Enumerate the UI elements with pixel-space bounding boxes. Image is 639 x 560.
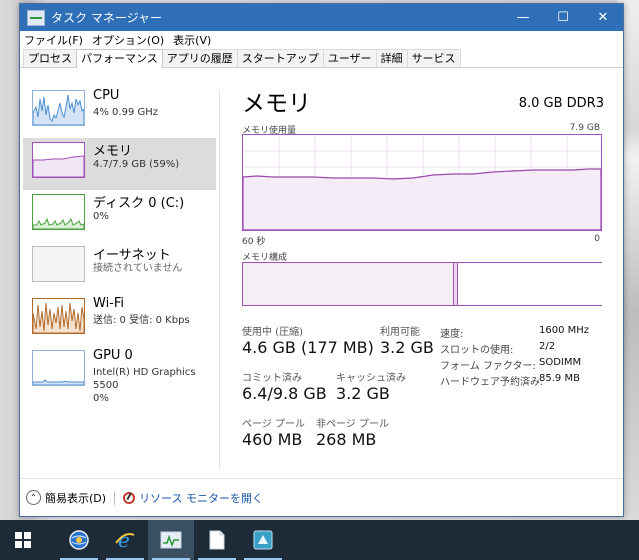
fewer-details-button[interactable]: 簡易表示(D) [45, 490, 106, 506]
tab-bar: プロセス パフォーマンス アプリの履歴 スタートアップ ユーザー 詳細 サービス [20, 48, 623, 68]
title-bar[interactable]: タスク マネージャー — ☐ ✕ [20, 4, 623, 31]
sidebar-item-label: イーサネット [93, 248, 171, 263]
taskbar: e [0, 520, 639, 560]
memory-composition-bar [242, 262, 602, 306]
close-button[interactable]: ✕ [583, 4, 623, 31]
sidebar-item-label: GPU 0 [93, 348, 133, 363]
tab-app-history[interactable]: アプリの履歴 [161, 49, 238, 67]
paged-pool-value: 460 MB [242, 430, 303, 449]
taskbar-document[interactable] [194, 520, 240, 560]
paged-pool-label: ページ プール [242, 419, 305, 430]
sidebar-item-memory[interactable]: メモリ 4.7/7.9 GB (59%) [23, 138, 216, 190]
sidebar-item-detail: 接続されていません [93, 263, 183, 274]
memory-usage-graph [242, 134, 602, 231]
page-title: メモリ [242, 91, 311, 117]
available-label: 利用可能 [380, 327, 420, 338]
task-manager-icon [27, 9, 45, 26]
chevron-up-icon[interactable]: ⌃ [26, 490, 41, 505]
tab-performance[interactable]: パフォーマンス [76, 49, 163, 68]
open-resource-monitor-link[interactable]: リソース モニターを開く [139, 490, 263, 506]
cached-value: 3.2 GB [336, 384, 390, 403]
taskbar-task-manager[interactable] [148, 520, 194, 560]
task-manager-icon [160, 531, 182, 549]
composition-in-use[interactable] [243, 263, 454, 305]
nonpaged-pool-label: 非ページ プール [316, 419, 389, 430]
tab-processes[interactable]: プロセス [23, 49, 77, 67]
in-use-label: 使用中 (圧縮) [242, 327, 303, 338]
sidebar-item-detail: 4.7/7.9 GB (59%) [93, 159, 180, 170]
footer-bar: ⌃ 簡易表示(D) リソース モニターを開く [20, 478, 623, 516]
window-title: タスク マネージャー [51, 11, 162, 25]
sidebar-item-detail: 4% 0.99 GHz [93, 107, 159, 118]
sidebar-item-ethernet[interactable]: イーサネット 接続されていません [23, 242, 216, 294]
browser-globe-icon [69, 530, 89, 550]
sidebar-item-gpu[interactable]: GPU 0 Intel(R) HD Graphics 5500 0% [23, 346, 216, 404]
sidebar-item-label: CPU [93, 88, 120, 103]
form-factor-label: フォーム ファクター: [440, 361, 536, 372]
tab-services[interactable]: サービス [406, 49, 461, 67]
task-manager-window: タスク マネージャー — ☐ ✕ ファイル(F) オプション(O) 表示(V) … [19, 3, 624, 517]
resource-list: CPU 4% 0.99 GHz メモリ 4.7/7.9 GB (59%) ディス… [23, 86, 216, 404]
speed-value: 1600 MHz [539, 325, 590, 336]
taskbar-browser[interactable] [56, 520, 102, 560]
memory-thumbnail-graph [32, 142, 85, 178]
sidebar-item-detail: Intel(R) HD Graphics 5500 0% [93, 367, 196, 404]
sidebar-item-detail: 0% [93, 211, 109, 222]
usage-graph-max: 7.9 GB [569, 123, 600, 133]
tab-users[interactable]: ユーザー [322, 49, 377, 67]
footer-separator [114, 490, 116, 505]
sidebar-item-detail: 送信: 0 受信: 0 Kbps [93, 315, 190, 326]
menu-options[interactable]: オプション(O) [92, 32, 164, 48]
nonpaged-pool-value: 268 MB [316, 430, 377, 449]
sidebar-item-wifi[interactable]: Wi-Fi 送信: 0 受信: 0 Kbps [23, 294, 216, 346]
sidebar-item-disk[interactable]: ディスク 0 (C:) 0% [23, 190, 216, 242]
wifi-thumbnail-graph [32, 298, 85, 334]
tab-startup[interactable]: スタートアップ [236, 49, 324, 67]
hardware-reserved-label: ハードウェア予約済み: [440, 377, 544, 388]
menu-file[interactable]: ファイル(F) [24, 32, 83, 48]
resource-monitor-icon[interactable] [123, 491, 136, 504]
tab-details[interactable]: 詳細 [375, 49, 408, 67]
document-icon [209, 530, 225, 550]
windows-logo-icon [15, 532, 31, 548]
slots-value: 2/2 [539, 341, 556, 352]
gpu-thumbnail-graph [32, 350, 85, 386]
internet-explorer-icon: e [115, 529, 135, 551]
cpu-thumbnail-graph [32, 90, 85, 126]
performance-panel: CPU 4% 0.99 GHz メモリ 4.7/7.9 GB (59%) ディス… [20, 70, 623, 479]
hardware-reserved-value: 85.9 MB [539, 373, 580, 384]
sidebar-item-cpu[interactable]: CPU 4% 0.99 GHz [23, 86, 216, 138]
graph-time-left: 60 秒 [242, 237, 266, 247]
menu-bar: ファイル(F) オプション(O) 表示(V) [20, 31, 623, 48]
graph-time-right: 0 [594, 234, 600, 244]
minimize-button[interactable]: — [503, 4, 543, 31]
start-button[interactable] [0, 520, 46, 560]
disk-thumbnail-graph [32, 194, 85, 230]
sidebar-item-label: メモリ [93, 144, 133, 159]
app-icon [253, 530, 273, 550]
composition-standby[interactable] [457, 263, 602, 305]
menu-view[interactable]: 表示(V) [173, 32, 211, 48]
memory-spec: 8.0 GB DDR3 [518, 96, 604, 111]
slots-label: スロットの使用: [440, 345, 514, 356]
taskbar-ie[interactable]: e [102, 520, 148, 560]
cached-label: キャッシュ済み [336, 373, 406, 384]
form-factor-value: SODIMM [539, 357, 582, 368]
ethernet-thumbnail-graph [32, 246, 85, 282]
available-value: 3.2 GB [380, 338, 434, 357]
committed-value: 6.4/9.8 GB [242, 384, 327, 403]
committed-label: コミット済み [242, 373, 302, 384]
panel-divider[interactable] [219, 90, 220, 469]
in-use-value: 4.6 GB (177 MB) [242, 338, 374, 357]
taskbar-app[interactable] [240, 520, 286, 560]
sidebar-item-label: ディスク 0 (C:) [93, 196, 185, 211]
speed-label: 速度: [440, 329, 464, 340]
sidebar-item-label: Wi-Fi [93, 296, 125, 311]
maximize-button[interactable]: ☐ [543, 4, 583, 31]
